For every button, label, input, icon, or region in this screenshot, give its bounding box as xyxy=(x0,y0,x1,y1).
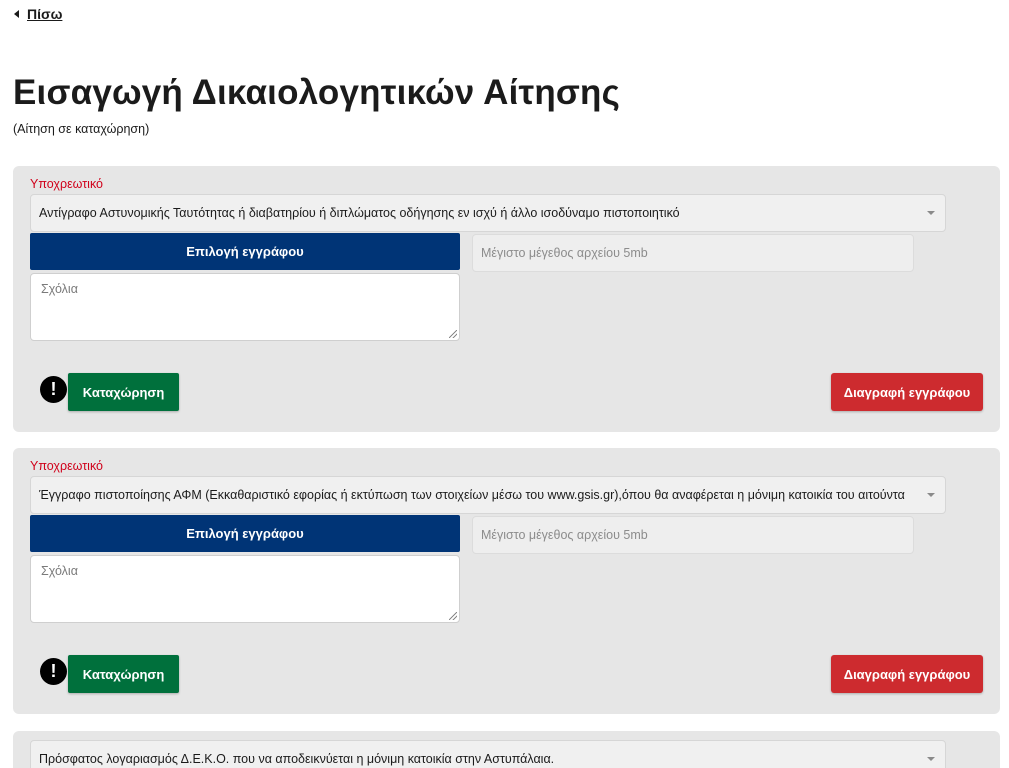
delete-document-button[interactable]: Διαγραφή εγγράφου xyxy=(831,655,983,693)
document-card: Πρόσφατος λογαριασμός Δ.Ε.Κ.Ο. που να απ… xyxy=(13,731,1000,768)
document-type-value: Έγγραφο πιστοποίησης ΑΦΜ (Εκκαθαριστικό … xyxy=(39,488,905,502)
comments-field[interactable]: Σχόλια xyxy=(30,273,460,341)
delete-document-button[interactable]: Διαγραφή εγγράφου xyxy=(831,373,983,411)
choose-file-button[interactable]: Επιλογή εγγράφου xyxy=(30,233,460,270)
document-type-select[interactable]: Αντίγραφο Αστυνομικής Ταυτότητας ή διαβα… xyxy=(30,194,946,232)
back-link[interactable]: Πίσω xyxy=(14,6,62,22)
page-title: Εισαγωγή Δικαιολογητικών Αίτησης xyxy=(13,73,621,112)
file-size-field: Μέγιστο μέγεθος αρχείου 5mb xyxy=(472,516,914,554)
caret-left-icon xyxy=(14,10,19,18)
exclamation-icon: ! xyxy=(40,658,67,685)
page-subtitle: (Αίτηση σε καταχώρηση) xyxy=(13,122,150,136)
chevron-down-icon xyxy=(927,493,935,497)
document-type-select[interactable]: Έγγραφο πιστοποίησης ΑΦΜ (Εκκαθαριστικό … xyxy=(30,476,946,514)
chevron-down-icon xyxy=(927,211,935,215)
resize-grip-icon[interactable] xyxy=(449,330,457,338)
comments-placeholder: Σχόλια xyxy=(41,282,78,296)
document-card: Υποχρεωτικό Αντίγραφο Αστυνομικής Ταυτότ… xyxy=(13,166,1000,432)
exclamation-icon: ! xyxy=(40,376,67,403)
comments-field[interactable]: Σχόλια xyxy=(30,555,460,623)
document-type-value: Αντίγραφο Αστυνομικής Ταυτότητας ή διαβα… xyxy=(39,206,680,220)
choose-file-button[interactable]: Επιλογή εγγράφου xyxy=(30,515,460,552)
document-type-value: Πρόσφατος λογαριασμός Δ.Ε.Κ.Ο. που να απ… xyxy=(39,752,555,766)
comments-placeholder: Σχόλια xyxy=(41,564,78,578)
file-size-field: Μέγιστο μέγεθος αρχείου 5mb xyxy=(472,234,914,272)
resize-grip-icon[interactable] xyxy=(449,612,457,620)
chevron-down-icon xyxy=(927,757,935,761)
required-label: Υποχρεωτικό xyxy=(30,177,103,191)
required-label: Υποχρεωτικό xyxy=(30,459,103,473)
back-link-label: Πίσω xyxy=(27,6,63,22)
document-type-select[interactable]: Πρόσφατος λογαριασμός Δ.Ε.Κ.Ο. που να απ… xyxy=(30,740,946,768)
submit-button[interactable]: Καταχώρηση xyxy=(68,655,179,693)
submit-button[interactable]: Καταχώρηση xyxy=(68,373,179,411)
document-card: Υποχρεωτικό Έγγραφο πιστοποίησης ΑΦΜ (Εκ… xyxy=(13,448,1000,714)
